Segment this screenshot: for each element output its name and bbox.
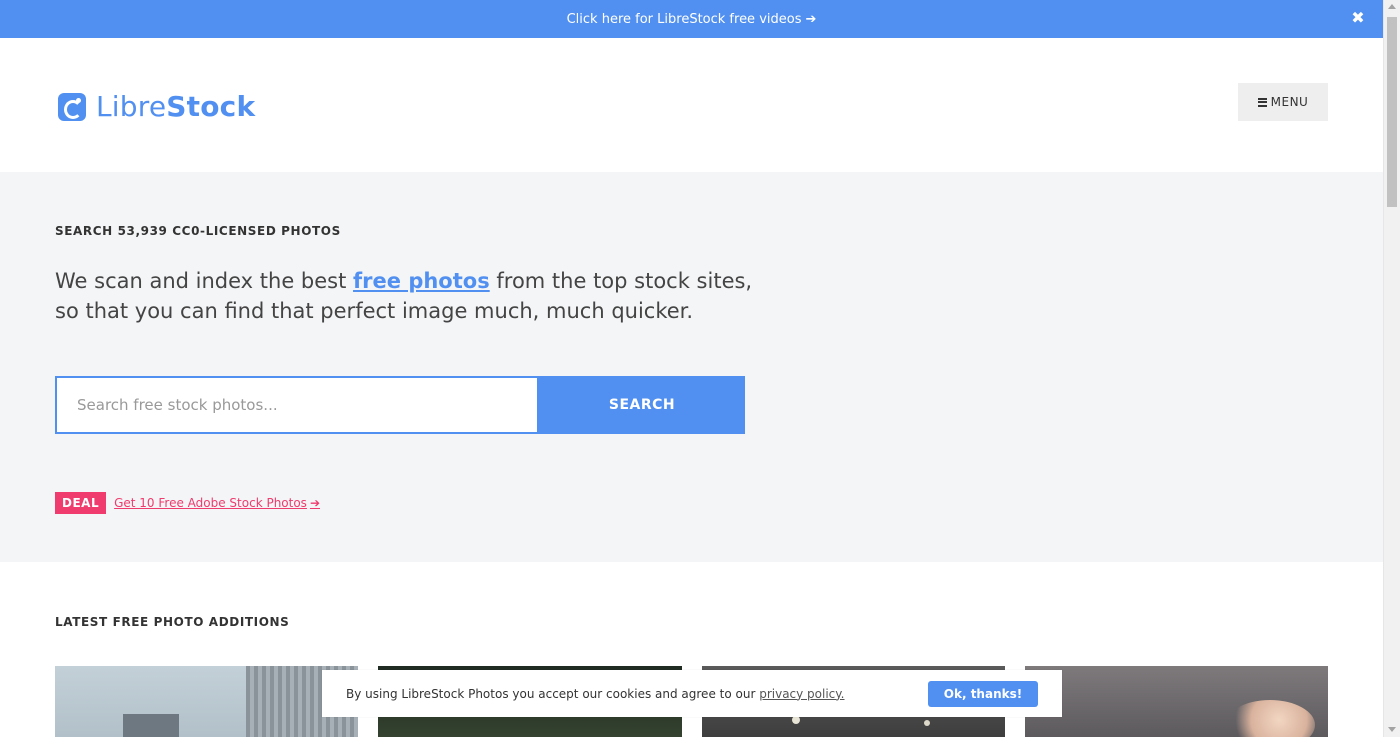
logo-text: LibreStock (96, 90, 255, 123)
hero-section: SEARCH 53,939 CC0-LICENSED PHOTOS We sca… (0, 172, 1383, 562)
cookie-text: By using LibreStock Photos you accept ou… (346, 687, 928, 701)
photo-thumbnail[interactable] (1025, 666, 1328, 737)
menu-button[interactable]: MENU (1238, 83, 1328, 121)
hamburger-icon (1257, 97, 1267, 107)
logo-text-stock: Stock (166, 90, 256, 123)
tagline: We scan and index the best free photos f… (55, 266, 755, 326)
top-banner: Click here for LibreStock free videos ➔ … (0, 0, 1383, 38)
scroll-down-icon[interactable] (1388, 727, 1396, 732)
photo-cloud (1225, 700, 1315, 737)
cookie-consent-bar: By using LibreStock Photos you accept ou… (322, 670, 1062, 717)
search-form: SEARCH (55, 376, 745, 434)
deal-link-text: Get 10 Free Adobe Stock Photos (114, 496, 307, 510)
adobe-stock-deal-link[interactable]: Get 10 Free Adobe Stock Photos ➔ (114, 496, 320, 510)
search-input[interactable] (55, 376, 539, 434)
photo-lamp (792, 716, 800, 724)
logo-text-libre: Libre (96, 90, 167, 123)
banner-text: Click here for LibreStock free videos (566, 11, 802, 27)
photo-building (123, 714, 179, 737)
close-icon[interactable]: ✖ (1351, 10, 1365, 26)
deal-promo: DEAL Get 10 Free Adobe Stock Photos ➔ (55, 492, 320, 514)
scroll-up-icon[interactable] (1388, 4, 1396, 9)
librestock-logo-icon (58, 92, 86, 121)
menu-label: MENU (1270, 95, 1309, 109)
cookie-text-before: By using LibreStock Photos you accept ou… (346, 686, 760, 701)
free-photos-link[interactable]: free photos (353, 269, 490, 293)
tagline-before: We scan and index the best (55, 269, 354, 293)
free-videos-link[interactable]: Click here for LibreStock free videos ➔ (567, 12, 817, 27)
photo-thumbnail[interactable] (55, 666, 358, 737)
photo-lamp (924, 720, 930, 726)
arrow-right-icon: ➔ (805, 11, 817, 27)
site-header: LibreStock MENU (0, 38, 1383, 172)
accept-cookies-button[interactable]: Ok, thanks! (928, 680, 1038, 707)
latest-photos-heading: LATEST FREE PHOTO ADDITIONS (55, 615, 290, 629)
logo-link[interactable]: LibreStock (58, 90, 255, 123)
deal-badge: DEAL (55, 492, 107, 514)
scrollbar-thumb[interactable] (1387, 17, 1397, 207)
scrollbar[interactable] (1383, 0, 1400, 737)
arrow-right-icon: ➔ (309, 496, 320, 510)
photo-count-heading: SEARCH 53,939 CC0-LICENSED PHOTOS (55, 224, 341, 238)
search-button[interactable]: SEARCH (539, 376, 745, 434)
privacy-policy-link[interactable]: privacy policy. (759, 687, 844, 701)
